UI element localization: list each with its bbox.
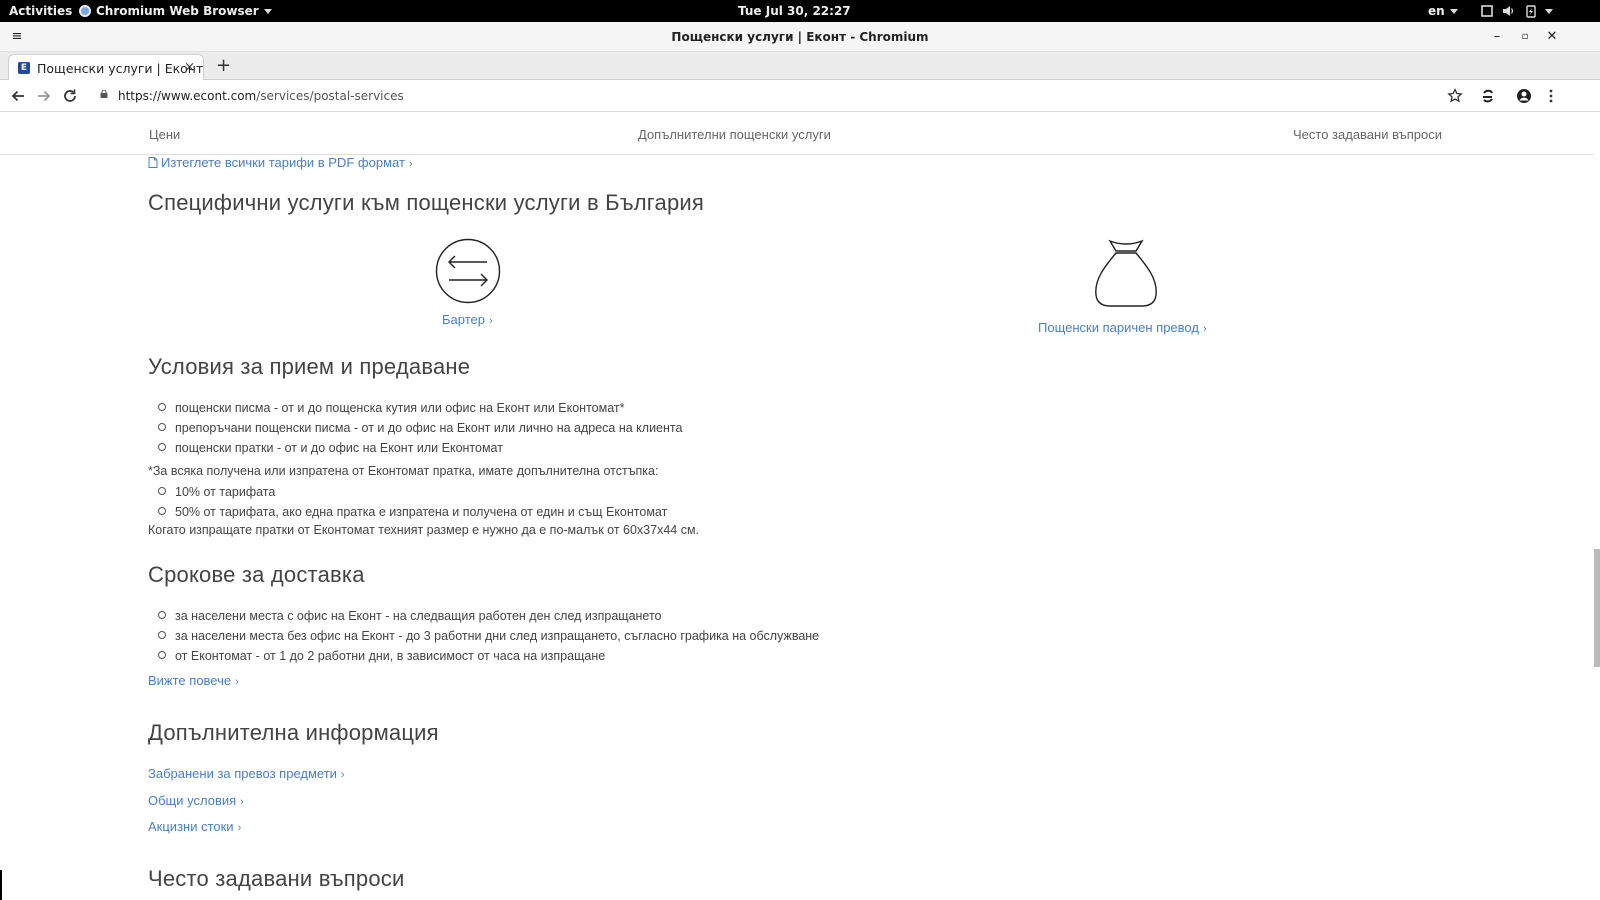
reload-icon[interactable] [61,87,79,105]
chromium-icon [79,5,91,17]
econt-favicon-icon: E [18,62,30,74]
chevron-right-icon: › [1202,323,1207,335]
back-arrow-icon[interactable] [9,87,27,105]
general-terms-link[interactable]: Общи условия › [148,793,244,808]
list-item: препоръчани пощенски писма - от и до офи… [158,418,682,438]
specific-services-heading: Специфични услуги към пощенски услуги в … [148,190,705,215]
chevron-right-icon: › [340,769,345,781]
page-scrollbar[interactable] [1594,113,1600,900]
general-terms-label: Общи условия [148,793,237,808]
window-title: Пощенски услуги | Еконт - Chromium [671,30,929,44]
chevron-right-icon: › [408,158,413,170]
list-item: пощенски пратки - от и до офис на Еконт … [158,438,682,458]
size-note: Когато изпращате пратки от Еконтомат тех… [148,523,700,537]
list-item: пощенски писма - от и до пощенска кутия … [158,398,682,418]
chevron-right-icon: › [237,822,242,834]
tab-close-button[interactable]: × [184,60,195,75]
discount-list: 10% от тарифата 50% от тарифата, ако едн… [158,482,667,522]
tab-strip: E Пощенски услуги | Еконт × + [0,52,1600,81]
battery-icon[interactable] [1524,4,1538,18]
tab-title: Пощенски услуги | Еконт [37,61,204,76]
browser-menu-kebab-icon[interactable] [1542,87,1560,105]
language-label: en [1428,4,1445,18]
list-item: за населени места с офис на Еконт - на с… [158,606,819,626]
money-transfer-link-label: Пощенски паричен превод [1038,320,1199,335]
pdf-file-icon [148,157,158,168]
econt-extension-icon[interactable] [1479,87,1497,105]
app-menu-button[interactable]: Chromium Web Browser [79,4,272,18]
volume-icon[interactable] [1501,4,1515,18]
activities-button[interactable]: Activities [9,4,72,18]
conditions-list: пощенски писма - от и до пощенска кутия … [158,398,682,458]
excise-goods-label: Акцизни стоки [148,819,234,834]
page-section-nav: Цени Допълнителни пощенски услуги Често … [0,113,1594,155]
lock-icon[interactable] [100,90,108,98]
barter-link[interactable]: Бартер › [442,312,493,327]
maximize-button[interactable]: ▫ [1516,28,1534,46]
bookmark-star-icon[interactable] [1446,87,1464,105]
url-host: https://www.econt.com [118,89,257,103]
system-top-bar: Activities Chromium Web Browser Tue Jul … [0,0,1600,22]
close-window-button[interactable]: ✕ [1543,28,1561,46]
see-more-label: Вижте повече [148,673,232,688]
money-bag-icon[interactable] [1092,239,1160,309]
forward-arrow-icon[interactable] [35,87,53,105]
pdf-link-label: Изтеглете всички тарифи в PDF формат [161,155,405,170]
chevron-right-icon: › [488,315,493,327]
faq-heading: Често задавани въпроси [148,866,405,891]
scrollbar-thumb[interactable] [1594,549,1600,667]
url-path: /services/postal-services [256,89,404,103]
discount-note: *За всяка получена или изпратена от Екон… [148,464,659,478]
subnav-item-additional-services[interactable]: Допълнителни пощенски услуги [638,127,831,142]
subnav-item-faq[interactable]: Често задавани въпроси [1293,127,1442,142]
see-more-link[interactable]: Вижте повече › [148,673,239,688]
additional-info-heading: Допълнителна информация [148,720,439,745]
prohibited-items-link[interactable]: Забранени за превоз предмети › [148,766,345,781]
browser-toolbar: https://www.econt.com/services/postal-se… [0,80,1600,112]
money-transfer-link[interactable]: Пощенски паричен превод › [1038,320,1207,335]
barter-arrows-icon[interactable] [435,238,501,304]
list-item: за населени места без офис на Еконт - до… [158,626,819,646]
barter-link-label: Бартер [442,312,485,327]
window-edge-marker [0,870,2,900]
url-text: https://www.econt.com/services/postal-se… [118,89,404,103]
excise-goods-link[interactable]: Акцизни стоки › [148,819,241,834]
clock[interactable]: Tue Jul 30, 22:27 [738,4,851,18]
chevron-down-icon [1449,9,1458,14]
chevron-down-icon [263,9,272,14]
system-menu-chevron-icon[interactable] [1545,9,1553,14]
delivery-list: за населени места с офис на Еконт - на с… [158,606,819,666]
tab-econt[interactable]: E Пощенски услуги | Еконт × [8,54,204,81]
delivery-heading: Срокове за доставка [148,562,365,587]
list-item: 50% от тарифата, ако една пратка е изпра… [158,502,667,522]
list-item: от Еконтомат - от 1 до 2 работни дни, в … [158,646,819,666]
minimize-button[interactable]: – [1488,28,1506,46]
profile-avatar-icon[interactable] [1515,87,1533,105]
pdf-download-link[interactable]: Изтеглете всички тарифи в PDF формат › [148,155,413,170]
prohibited-items-label: Забранени за превоз предмети [148,766,337,781]
new-tab-button[interactable]: + [216,55,231,76]
address-bar[interactable]: https://www.econt.com/services/postal-se… [96,85,1486,107]
language-menu[interactable]: en [1428,4,1458,18]
subnav-item-prices[interactable]: Цени [149,127,180,142]
window-title-bar: ≡ Пощенски услуги | Еконт - Chromium – ▫… [0,22,1600,52]
chevron-right-icon: › [235,676,239,688]
list-item: 10% от тарифата [158,482,667,502]
conditions-heading: Условия за прием и предаване [148,354,471,379]
window-switcher-icon[interactable] [1480,4,1494,18]
app-menu-label: Chromium Web Browser [96,4,259,18]
chevron-right-icon: › [240,796,244,808]
